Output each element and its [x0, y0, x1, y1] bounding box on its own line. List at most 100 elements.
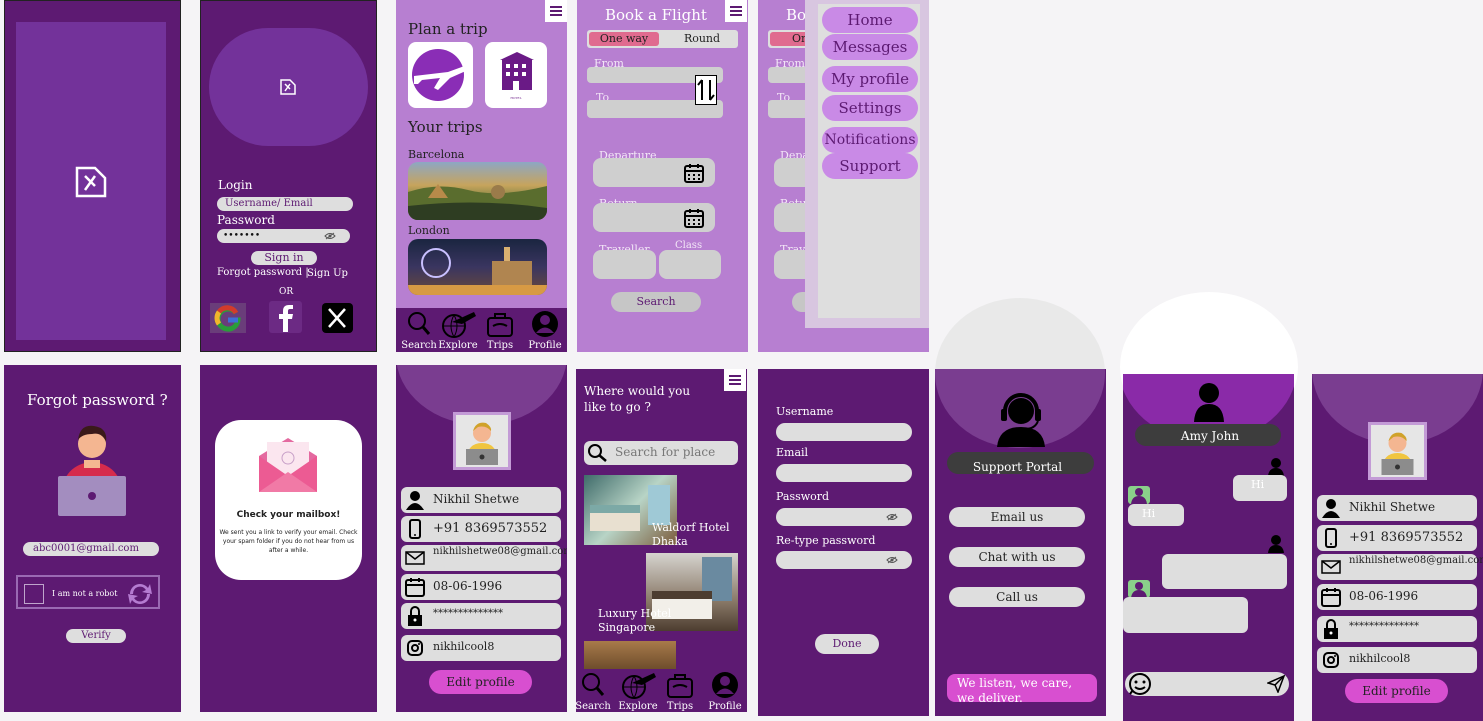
nav-label: Search	[401, 340, 437, 351]
barcelona-image[interactable]	[408, 162, 547, 220]
nav-explore[interactable]: Explore	[438, 310, 478, 352]
lock-icon	[1324, 619, 1338, 639]
message-bubble-in: Hi	[1128, 504, 1184, 526]
globe-plane-icon	[622, 673, 656, 699]
eye-icon[interactable]	[324, 232, 336, 240]
hotel-icon: HOTEL	[500, 52, 534, 100]
facebook-icon[interactable]	[269, 301, 302, 333]
email-input[interactable]: abc0001@gmail.com	[23, 542, 159, 556]
trip-type-toggle: One way Round	[587, 30, 738, 48]
place-search-input[interactable]: Search for place	[584, 441, 738, 465]
swap-icon[interactable]	[695, 75, 717, 105]
username-input[interactable]	[776, 423, 912, 441]
avatar[interactable]	[453, 412, 511, 470]
phone-icon	[1325, 528, 1337, 548]
oneway-tab[interactable]: One way	[589, 32, 659, 46]
tagline-banner: We listen, we care, we deliver.	[947, 674, 1097, 702]
eye-icon[interactable]	[886, 513, 898, 521]
profile-dob: 08-06-1996	[433, 579, 503, 593]
trip-name: Barcelona	[408, 148, 465, 161]
hotel-name: Luxury Hotel Singapore	[598, 607, 672, 634]
avatar[interactable]	[1368, 422, 1427, 480]
menu-my-profile[interactable]: My profile	[822, 66, 918, 92]
email-us-button[interactable]: Email us	[949, 507, 1085, 527]
instagram-icon	[1323, 652, 1339, 668]
contact-avatar-small-icon	[1128, 486, 1150, 504]
menu-home[interactable]: Home	[822, 7, 918, 33]
nav-trips[interactable]: Trips	[660, 671, 700, 712]
done-button[interactable]: Done	[815, 634, 879, 654]
nav-label: Profile	[528, 340, 562, 351]
hotel-image[interactable]	[584, 641, 676, 671]
nav-label: Explore	[438, 340, 478, 351]
search-placeholder: Search for place	[615, 445, 716, 459]
instagram-icon	[407, 640, 423, 656]
profile-phone: +91 8369573552	[1349, 530, 1464, 545]
captcha-checkbox[interactable]	[24, 584, 44, 604]
nav-explore[interactable]: Explore	[618, 671, 658, 712]
suitcase-icon	[667, 674, 693, 698]
password-input[interactable]	[776, 508, 912, 526]
explore-screen: Where would you like to go ? Search for …	[576, 369, 747, 712]
round-tab[interactable]: Round	[667, 32, 737, 46]
class-input[interactable]	[659, 250, 721, 279]
search-button[interactable]: Search	[611, 292, 701, 312]
calendar-icon[interactable]	[684, 208, 704, 228]
nav-search[interactable]: Search	[399, 310, 439, 352]
edit-profile-button[interactable]: Edit profile	[1345, 679, 1448, 703]
menu-support[interactable]: Support	[822, 153, 918, 179]
nav-profile[interactable]: Profile	[525, 310, 565, 352]
home-screen: Plan a trip HOTEL Your trips Barcelona L…	[396, 0, 567, 352]
envelope-icon	[259, 438, 317, 492]
email-input[interactable]	[776, 464, 912, 482]
verify-button[interactable]: Verify	[66, 629, 126, 643]
call-us-button[interactable]: Call us	[949, 587, 1085, 607]
london-image[interactable]	[408, 239, 547, 295]
search-pin-icon	[582, 673, 605, 696]
password-input[interactable]: •••••••	[217, 229, 350, 243]
headset-agent-icon	[997, 393, 1045, 447]
forgot-password-screen: Forgot password ? abc0001@gmail.com I am…	[4, 365, 181, 712]
hotel-card[interactable]: HOTEL	[485, 42, 547, 108]
menu-messages[interactable]: Messages	[822, 34, 918, 60]
email-row: nikhilshetwe08@gmail.com	[401, 545, 567, 571]
edit-profile-button[interactable]: Edit profile	[429, 670, 532, 694]
send-icon[interactable]	[1267, 675, 1285, 693]
book-flight-title: Book a Flight	[605, 6, 707, 24]
menu-icon[interactable]	[545, 0, 567, 22]
chat-with-us-button[interactable]: Chat with us	[949, 547, 1085, 567]
nav-trips[interactable]: Trips	[480, 310, 520, 352]
calendar-icon[interactable]	[684, 163, 704, 183]
signin-button[interactable]: Sign in	[251, 251, 317, 265]
emoji-icon[interactable]	[1127, 672, 1153, 696]
support-tagline: We listen, we care, we deliver.	[957, 676, 1073, 702]
dob-row: 08-06-1996	[401, 574, 561, 600]
menu-notifications[interactable]: Notifications	[822, 127, 918, 153]
plan-trip-title: Plan a trip	[408, 20, 488, 38]
forgot-password-link[interactable]: Forgot password |	[217, 267, 309, 278]
app-logo-icon	[280, 79, 296, 95]
x-icon[interactable]	[322, 303, 353, 333]
mailbox-screen: Check your mailbox! We sent you a link t…	[200, 365, 377, 712]
chat-input[interactable]	[1125, 672, 1289, 696]
password-label: Password	[776, 490, 830, 503]
eye-icon[interactable]	[886, 556, 898, 564]
message-bubble-out	[1162, 554, 1287, 589]
signup-link[interactable]: Sign Up	[307, 268, 348, 279]
profile-email: nikhilshetwe08@gmail.com	[1349, 555, 1483, 566]
contact-avatar-small-icon	[1128, 580, 1150, 598]
menu-icon[interactable]	[724, 369, 746, 391]
nav-profile[interactable]: Profile	[705, 671, 745, 712]
side-menu: Home Messages My profile Settings Notifi…	[805, 0, 929, 328]
username-input[interactable]: Username/ Email	[217, 197, 353, 211]
nav-search[interactable]: Search	[576, 671, 613, 712]
menu-icon[interactable]	[725, 0, 747, 22]
traveller-input[interactable]	[593, 250, 656, 279]
flight-card[interactable]	[408, 42, 473, 108]
instagram-row: nikhilcool8	[401, 635, 561, 661]
google-icon[interactable]	[210, 303, 246, 333]
mail-icon	[1321, 560, 1341, 574]
menu-settings[interactable]: Settings	[822, 95, 918, 121]
retype-password-input[interactable]	[776, 551, 912, 569]
register-screen: Username Email Password Re-type password…	[758, 369, 929, 716]
